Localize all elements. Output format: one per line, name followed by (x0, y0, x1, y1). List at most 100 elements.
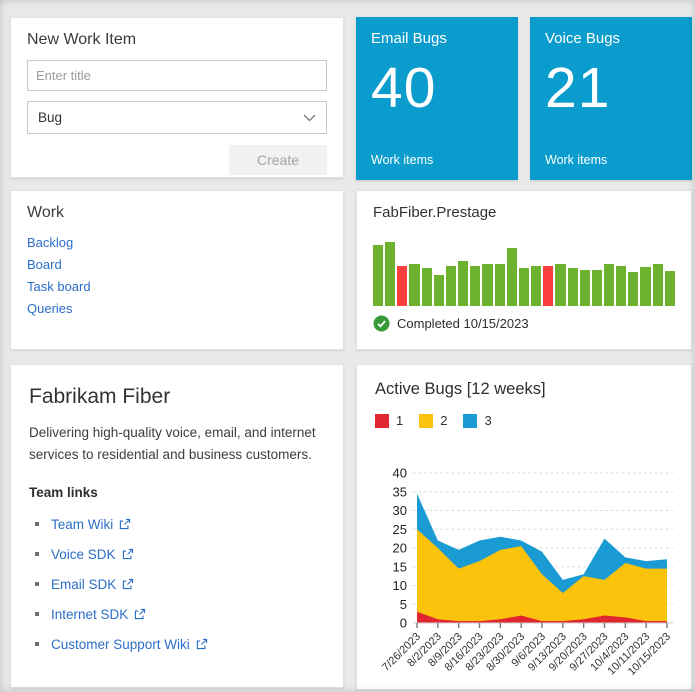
chevron-down-icon (303, 114, 316, 121)
team-links-heading: Team links (29, 485, 98, 501)
team-link-item: Team Wiki (35, 516, 325, 534)
y-axis-tick-label: 10 (393, 578, 407, 593)
tile-count: 40 (371, 56, 437, 120)
build-bar-success[interactable] (409, 264, 420, 306)
work-link-board[interactable]: Board (27, 257, 62, 272)
y-axis-tick-label: 5 (400, 597, 407, 612)
legend-swatch (375, 413, 389, 428)
team-description: Delivering high-quality voice, email, an… (29, 425, 316, 462)
build-bar-success[interactable] (494, 263, 505, 306)
legend-item-2: 2 (419, 413, 447, 428)
query-tile-email-bugs[interactable]: Email Bugs 40 Work items (356, 17, 518, 180)
build-bar-success[interactable] (531, 265, 542, 306)
build-bar-success[interactable] (616, 265, 627, 306)
team-link-label: Email SDK (51, 577, 117, 593)
build-bar-success[interactable] (664, 270, 675, 306)
external-link-icon (120, 519, 131, 530)
work-item-type-select[interactable]: Bug (27, 101, 327, 134)
legend-swatch (463, 413, 478, 428)
tile-title: Voice Bugs (545, 30, 621, 47)
legend-item-1: 1 (375, 413, 403, 428)
team-link-label: Internet SDK (51, 607, 129, 623)
build-bar-success[interactable] (652, 263, 663, 306)
work-link-backlog[interactable]: Backlog (27, 235, 73, 250)
team-title: Fabrikam Fiber (29, 385, 171, 408)
work-widget: Work Backlog Board Task board Queries (10, 190, 344, 350)
build-bar-success[interactable] (433, 275, 444, 306)
team-info-widget: Fabrikam Fiber Delivering high-quality v… (10, 364, 344, 688)
y-axis-tick-label: 15 (393, 559, 407, 574)
external-link-icon (135, 609, 146, 620)
tile-subtitle: Work items (371, 153, 434, 167)
new-work-item-title: New Work Item (27, 31, 137, 48)
y-axis-tick-label: 25 (393, 522, 407, 537)
legend-swatch (419, 413, 434, 428)
work-widget-title: Work (27, 204, 65, 221)
y-axis-tick-label: 0 (400, 616, 407, 631)
y-axis-tick-label: 40 (393, 466, 407, 481)
legend-item-3: 3 (463, 413, 492, 428)
y-axis-tick-label: 30 (393, 503, 407, 518)
check-circle-icon (373, 315, 390, 332)
team-link-label: Team Wiki (51, 517, 114, 533)
active-bugs-widget: Active Bugs [12 weeks] 1 2 3 0 5 10 15 20 25 30 3… (356, 364, 692, 690)
legend-label: 1 (396, 413, 404, 428)
team-link-email-sdk[interactable]: Email SDK (51, 577, 134, 592)
build-bar-failed[interactable] (397, 265, 408, 306)
team-link-customer-support-wiki[interactable]: Customer Support Wiki (51, 637, 208, 652)
build-bar-success[interactable] (385, 242, 396, 306)
build-bar-success[interactable] (603, 264, 615, 306)
legend-label: 3 (484, 413, 492, 428)
team-link-item: Email SDK (35, 576, 325, 594)
build-bar-success[interactable] (373, 244, 384, 306)
team-link-item: Customer Support Wiki (35, 636, 325, 654)
chart-legend: 1 2 3 (375, 413, 673, 428)
external-link-icon (123, 579, 134, 590)
build-bar-success[interactable] (421, 268, 432, 306)
area-series-2 (417, 529, 667, 623)
create-button[interactable]: Create (229, 145, 327, 175)
build-bars (373, 242, 675, 306)
build-history-widget: FabFiber.Prestage Completed 10/15/2023 (356, 190, 692, 350)
team-link-label: Voice SDK (51, 547, 116, 563)
build-status-label: Completed 10/15/2023 (397, 316, 529, 331)
work-link-queries[interactable]: Queries (27, 301, 73, 316)
query-tile-voice-bugs[interactable]: Voice Bugs 21 Work items (530, 17, 692, 180)
build-bar-success[interactable] (506, 248, 517, 306)
build-bar-success[interactable] (555, 263, 566, 306)
build-definition-title: FabFiber.Prestage (373, 204, 497, 221)
build-bar-success[interactable] (640, 266, 651, 306)
chart-title: Active Bugs [12 weeks] (375, 380, 546, 398)
build-bar-failed[interactable] (543, 265, 554, 306)
tile-title: Email Bugs (371, 30, 447, 47)
tile-count: 21 (545, 56, 611, 120)
build-bar-success[interactable] (445, 265, 457, 306)
external-link-icon (122, 549, 133, 560)
team-link-item: Voice SDK (35, 546, 325, 564)
new-work-item-widget: New Work Item Bug Create (10, 17, 344, 178)
external-link-icon (196, 639, 207, 650)
work-link-task-board[interactable]: Task board (27, 279, 91, 294)
legend-label: 2 (440, 413, 448, 428)
build-bar-success[interactable] (518, 267, 530, 306)
build-bar-success[interactable] (628, 272, 639, 306)
y-axis-tick-label: 35 (393, 484, 407, 499)
team-link-team-wiki[interactable]: Team Wiki (51, 517, 131, 532)
tile-subtitle: Work items (545, 153, 608, 167)
build-bar-success[interactable] (579, 269, 590, 306)
active-bugs-chart: 05101520253035407/26/20238/2/20238/9/202… (380, 466, 673, 679)
build-bar-success[interactable] (482, 263, 493, 306)
build-bar-success[interactable] (470, 266, 481, 306)
team-link-label: Customer Support Wiki (51, 637, 190, 653)
work-item-title-input[interactable] (27, 60, 327, 91)
work-item-type-value: Bug (38, 110, 63, 125)
team-links-list: Team Wiki Voice SDK Email SDK Internet SDK C… (29, 516, 325, 654)
build-bar-success[interactable] (591, 269, 602, 306)
team-link-item: Internet SDK (35, 606, 325, 624)
work-links: Backlog Board Task board Queries (27, 235, 327, 316)
team-link-internet-sdk[interactable]: Internet SDK (51, 607, 146, 622)
y-axis-tick-label: 20 (393, 541, 407, 556)
build-bar-success[interactable] (458, 260, 469, 306)
team-link-voice-sdk[interactable]: Voice SDK (51, 547, 134, 562)
build-bar-success[interactable] (567, 267, 578, 306)
